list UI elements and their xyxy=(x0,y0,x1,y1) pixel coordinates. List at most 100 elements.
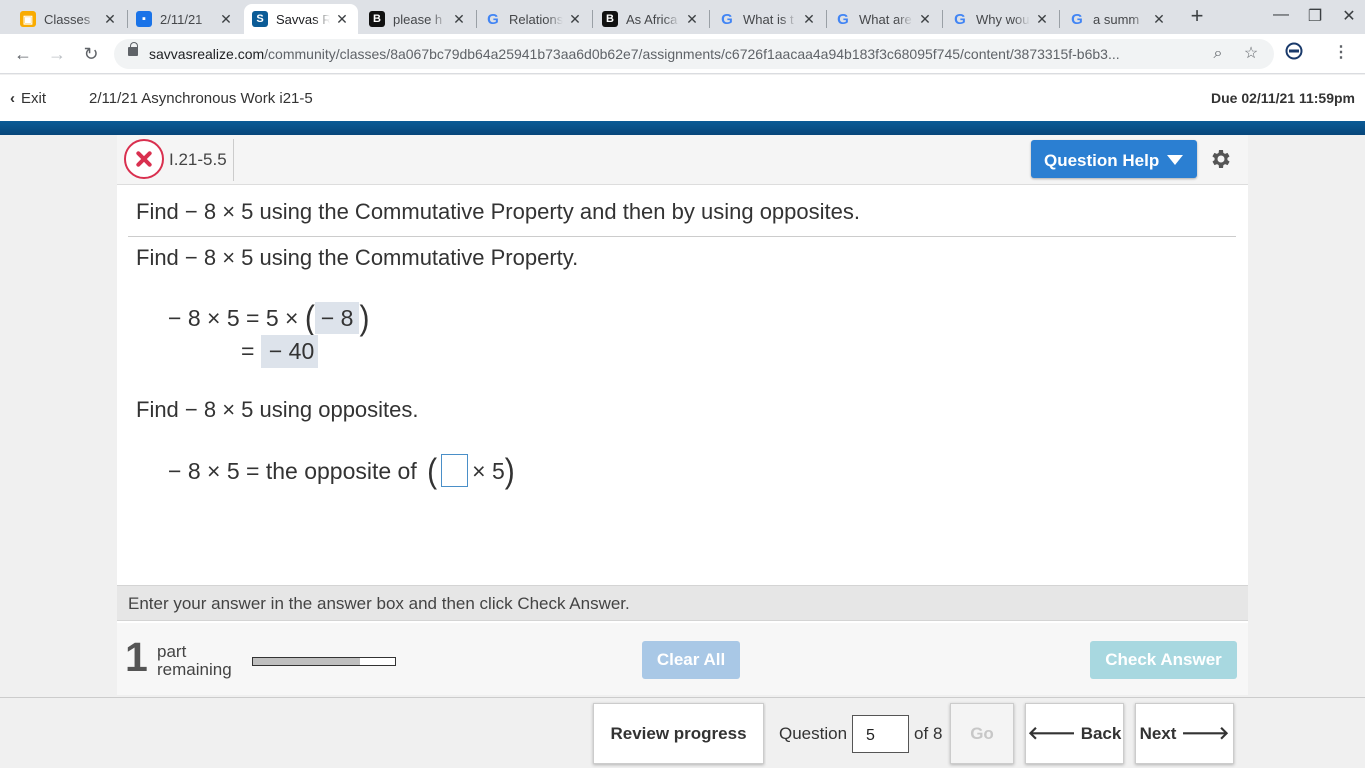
tab-label: please h xyxy=(393,11,443,27)
google-icon: G xyxy=(954,10,966,28)
part-label: part xyxy=(157,642,187,661)
question-navigator: Question 5 of 8 xyxy=(766,703,946,764)
google-icon: G xyxy=(721,10,733,28)
bottom-navigation: Review progress Question 5 of 8 Go 🡐 Bac… xyxy=(0,697,1365,768)
restore-icon[interactable]: ❐ xyxy=(1300,6,1330,26)
back-button[interactable]: 🡐 Back xyxy=(1025,703,1124,764)
tab-label: What is t xyxy=(743,11,794,27)
tab-savvas[interactable]: S Savvas R ✕ xyxy=(244,4,358,34)
go-button[interactable]: Go xyxy=(950,703,1014,764)
question-footer: 1 part remaining Clear All Check Answer xyxy=(117,623,1248,695)
google-icon: G xyxy=(487,10,499,28)
tab-classes[interactable]: ▣ Classes ✕ xyxy=(12,4,126,34)
tab-a-summary[interactable]: G a summ ✕ xyxy=(1061,4,1175,34)
zoom-icon[interactable]: ⌕ xyxy=(1207,43,1229,65)
gear-icon[interactable] xyxy=(1209,147,1233,171)
equation-2: = − 40 xyxy=(241,335,319,368)
exit-button[interactable]: ‹ Exit xyxy=(10,90,46,107)
close-icon[interactable]: ✕ xyxy=(567,11,583,28)
assignment-header: ‹ Exit 2/11/21 Asynchronous Work i21-5 Du… xyxy=(0,75,1365,121)
lock-icon xyxy=(128,42,138,56)
url-text[interactable]: savvasrealize.com/community/classes/8a06… xyxy=(149,46,1120,62)
minimize-icon[interactable]: — xyxy=(1266,6,1296,24)
extension-icon[interactable] xyxy=(1283,42,1305,64)
equation-3-tail: × 5 xyxy=(472,458,505,484)
question-id: I.21-5.5 xyxy=(169,150,227,169)
close-icon[interactable]: ✕ xyxy=(451,11,467,28)
exit-label: Exit xyxy=(21,90,47,107)
google-icon: G xyxy=(837,10,849,28)
remaining-label: remaining xyxy=(157,660,232,679)
answer-1-value: − 8 xyxy=(314,302,360,334)
back-arrow-icon[interactable]: ← xyxy=(11,42,35,66)
browser-toolbar: ← → ↻ savvasrealize.com/community/classe… xyxy=(0,34,1365,74)
question-total-label: of 8 xyxy=(914,723,943,743)
savvas-icon: S xyxy=(252,11,268,27)
back-label: Back xyxy=(1080,723,1122,743)
tab-label: Classes xyxy=(44,11,91,27)
tab-assignment[interactable]: ▪ 2/11/21 ✕ xyxy=(128,4,242,34)
arrow-left-icon: 🡐 xyxy=(1027,723,1076,743)
equation-1-lhs: − 8 × 5 = 5 × xyxy=(168,305,299,331)
equation-2-lhs: = xyxy=(241,338,255,364)
instructions-bar: Enter your answer in the answer box and … xyxy=(117,585,1248,621)
reload-icon[interactable]: ↻ xyxy=(79,42,103,66)
close-icon[interactable]: ✕ xyxy=(1034,11,1050,28)
tab-please-help[interactable]: B please h ✕ xyxy=(361,4,475,34)
google-icon: G xyxy=(1071,10,1083,28)
check-answer-button[interactable]: Check Answer xyxy=(1090,641,1237,679)
classroom-icon: ▣ xyxy=(20,11,36,27)
equation-3-lhs: − 8 × 5 = the opposite of xyxy=(168,458,417,484)
browser-tab-strip: ▣ Classes ✕ ▪ 2/11/21 ✕ S Savvas R ✕ B p… xyxy=(0,0,1365,34)
question-label: Question xyxy=(779,723,848,743)
close-icon[interactable]: ✕ xyxy=(684,11,700,28)
arrow-right-icon: 🡒 xyxy=(1181,723,1230,743)
bookmark-star-icon[interactable]: ☆ xyxy=(1240,43,1262,65)
header-accent-bar xyxy=(0,121,1365,135)
part1-prompt: Find − 8 × 5 using the Commutative Prope… xyxy=(136,245,579,270)
address-bar[interactable]: savvasrealize.com/community/classes/8a06… xyxy=(114,39,1274,69)
tab-why-would[interactable]: G Why wou ✕ xyxy=(944,4,1058,34)
part2-prompt: Find − 8 × 5 using opposites. xyxy=(136,397,419,422)
close-icon[interactable]: ✕ xyxy=(801,11,817,28)
question-number-input[interactable]: 5 xyxy=(852,714,910,753)
caret-down-icon xyxy=(1167,155,1183,165)
question-help-label: Question Help xyxy=(1044,151,1160,170)
brainly-icon: B xyxy=(602,11,618,27)
forward-arrow-icon[interactable]: → xyxy=(45,42,69,66)
window-close-icon[interactable]: ✕ xyxy=(1334,6,1364,26)
new-tab-plus-icon[interactable]: + xyxy=(1184,5,1210,29)
question-header: I.21-5.5 Question Help xyxy=(117,135,1248,185)
clear-all-button[interactable]: Clear All xyxy=(642,641,740,679)
close-icon[interactable]: ✕ xyxy=(334,11,350,28)
brainly-icon: B xyxy=(369,11,385,27)
tab-label: Why wou xyxy=(976,11,1030,27)
next-button[interactable]: Next 🡒 xyxy=(1135,703,1234,764)
classroom-assignment-icon: ▪ xyxy=(136,11,152,27)
question-prompt: Find − 8 × 5 using the Commutative Prope… xyxy=(136,199,860,224)
close-icon[interactable]: ✕ xyxy=(917,11,933,28)
tab-relations[interactable]: G Relations ✕ xyxy=(477,4,591,34)
menu-kebab-icon[interactable]: ⋮ xyxy=(1330,42,1352,64)
close-icon[interactable]: ✕ xyxy=(1151,11,1167,28)
question-help-button[interactable]: Question Help xyxy=(1031,140,1197,178)
tab-label: As Africa xyxy=(626,11,678,27)
close-icon[interactable]: ✕ xyxy=(102,11,118,28)
parts-remaining-count: 1 xyxy=(125,634,148,680)
tab-label: Relations xyxy=(509,11,563,27)
review-progress-button[interactable]: Review progress xyxy=(593,703,764,764)
answer-input-box[interactable] xyxy=(441,454,469,487)
tab-label: Savvas R xyxy=(276,11,330,27)
equation-3: − 8 × 5 = the opposite of (× 5) xyxy=(168,452,515,491)
incorrect-x-icon xyxy=(124,139,164,179)
divider xyxy=(128,236,1236,237)
next-label: Next xyxy=(1139,723,1177,743)
chevron-left-icon: ‹ xyxy=(10,90,15,107)
tab-as-africa[interactable]: B As Africa ✕ xyxy=(594,4,708,34)
close-icon[interactable]: ✕ xyxy=(218,11,234,28)
tab-what-are[interactable]: G What are ✕ xyxy=(827,4,941,34)
tab-what-is[interactable]: G What is t ✕ xyxy=(711,4,825,34)
tab-label: What are xyxy=(859,11,912,27)
progress-fill xyxy=(253,658,360,665)
answer-2-value: − 40 xyxy=(260,335,319,368)
